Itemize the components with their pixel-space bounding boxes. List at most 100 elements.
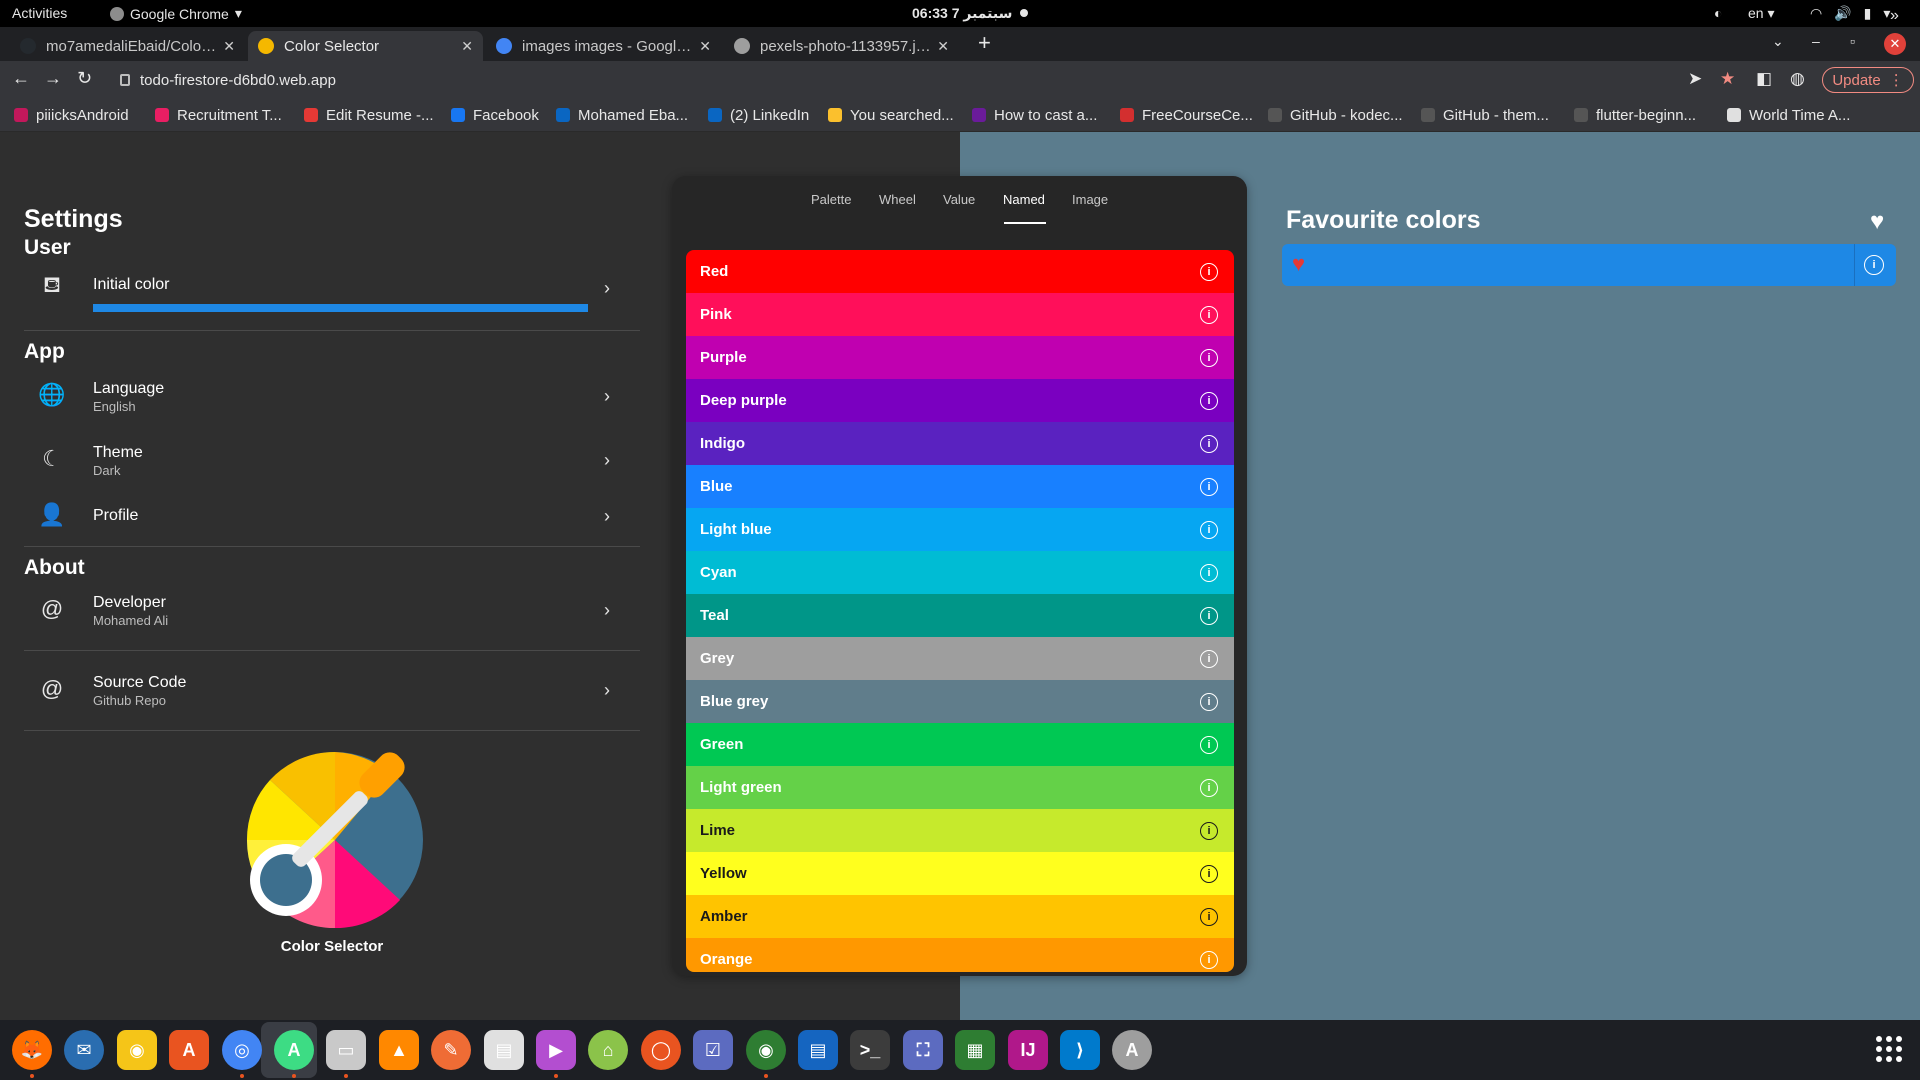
tab-search-icon[interactable]: ⌄ [1772, 33, 1784, 50]
browser-tab[interactable]: Color Selector ✕ [248, 31, 483, 61]
document-viewer-icon[interactable]: ▤ [798, 1030, 838, 1070]
address-bar[interactable]: todo-firestore-d6bd0.web.app [110, 65, 1690, 95]
info-icon[interactable]: i [1200, 262, 1218, 281]
show-applications-icon[interactable] [1876, 1036, 1902, 1062]
named-color-row[interactable]: Indigo i [686, 422, 1234, 465]
reload-icon[interactable]: ↻ [77, 68, 92, 89]
bookmark-item[interactable]: (2) LinkedIn [708, 103, 809, 127]
named-color-row[interactable]: Light green i [686, 766, 1234, 809]
info-icon[interactable]: i [1200, 907, 1218, 926]
bookmark-item[interactable]: Facebook [451, 103, 539, 127]
bookmark-item[interactable]: How to cast a... [972, 103, 1097, 127]
ubuntu-icon[interactable]: ◯ [641, 1030, 681, 1070]
bookmark-item[interactable]: GitHub - kodec... [1268, 103, 1403, 127]
maximize-button[interactable]: ▫ [1850, 33, 1855, 49]
bookmark-item[interactable]: FreeCourseCe... [1120, 103, 1253, 127]
bookmark-item[interactable]: World Time A... [1727, 103, 1850, 127]
bookmark-item[interactable]: You searched... [828, 103, 954, 127]
setting-initial-color[interactable]: ⛾ Initial color › [24, 268, 640, 328]
new-tab-button[interactable]: + [978, 30, 991, 56]
close-tab-icon[interactable]: ✕ [937, 38, 949, 55]
files-icon[interactable]: ▭ [326, 1030, 366, 1070]
tab-palette[interactable]: Palette [811, 192, 851, 207]
info-icon[interactable]: i [1864, 255, 1884, 275]
info-icon[interactable]: i [1200, 348, 1218, 367]
close-tab-icon[interactable]: ✕ [461, 38, 473, 55]
info-icon[interactable]: i [1200, 649, 1218, 668]
browser-tab[interactable]: images images - Google S ✕ [486, 31, 721, 61]
privacy-indicator-icon[interactable]: ◐ [1714, 5, 1722, 21]
named-color-row[interactable]: Blue i [686, 465, 1234, 508]
info-icon[interactable]: i [1200, 477, 1218, 496]
firefox-icon[interactable]: 🦊 [12, 1030, 52, 1070]
app-installer-icon[interactable]: A [1112, 1030, 1152, 1070]
named-color-row[interactable]: Amber i [686, 895, 1234, 938]
close-tab-icon[interactable]: ✕ [699, 38, 711, 55]
profile-avatar-icon[interactable]: ◍ [1790, 69, 1805, 89]
bookmark-item[interactable]: Recruitment T... [155, 103, 282, 127]
named-color-row[interactable]: Grey i [686, 637, 1234, 680]
bookmark-item[interactable]: Edit Resume -... [304, 103, 434, 127]
side-panel-icon[interactable]: ◧ [1756, 69, 1772, 89]
info-icon[interactable]: i [1200, 864, 1218, 883]
close-tab-icon[interactable]: ✕ [223, 38, 235, 55]
named-color-row[interactable]: Deep purple i [686, 379, 1234, 422]
app-menu[interactable]: Google Chrome ▾ [110, 5, 242, 22]
info-icon[interactable]: i [1200, 950, 1218, 969]
named-color-row[interactable]: Light blue i [686, 508, 1234, 551]
info-icon[interactable]: i [1200, 692, 1218, 711]
named-color-row[interactable]: Blue grey i [686, 680, 1234, 723]
system-menu[interactable]: ◠ 🔊 ▮ ▾ [1810, 5, 1890, 22]
tab-wheel[interactable]: Wheel [879, 192, 916, 207]
info-icon[interactable]: i [1200, 606, 1218, 625]
setting-theme[interactable]: ☾ Theme Dark › [24, 440, 640, 500]
bookmark-item[interactable]: flutter-beginn... [1574, 103, 1696, 127]
video-player-icon[interactable]: ▶ [536, 1030, 576, 1070]
info-icon[interactable]: i [1200, 520, 1218, 539]
info-icon[interactable]: i [1200, 778, 1218, 797]
activities-button[interactable]: Activities [12, 5, 67, 21]
named-color-row[interactable]: Pink i [686, 293, 1234, 336]
minimize-button[interactable]: – [1812, 33, 1820, 49]
rhythmbox-icon[interactable]: ◉ [117, 1030, 157, 1070]
vscode-icon[interactable]: ⟩ [1060, 1030, 1100, 1070]
named-color-row[interactable]: Lime i [686, 809, 1234, 852]
tab-named[interactable]: Named [1003, 192, 1045, 207]
spreadsheet-icon[interactable]: ▦ [955, 1030, 995, 1070]
info-icon[interactable]: i [1200, 821, 1218, 840]
language-indicator[interactable]: en ▾ [1748, 5, 1775, 22]
bookmark-item[interactable]: piiicksAndroid [14, 103, 129, 127]
setting-profile[interactable]: 👤 Profile › [24, 496, 640, 556]
setting-source-code[interactable]: @ Source Code Github Repo › [24, 670, 640, 730]
tab-image[interactable]: Image [1072, 192, 1108, 207]
inkscape-icon[interactable]: ✎ [431, 1030, 471, 1070]
info-icon[interactable]: i [1200, 305, 1218, 324]
info-icon[interactable]: i [1200, 563, 1218, 582]
named-color-row[interactable]: Red i [686, 250, 1234, 293]
terminal-icon[interactable]: >_ [850, 1030, 890, 1070]
android-icon[interactable]: ⌂ [588, 1030, 628, 1070]
clock[interactable]: 06:33 7 سبتمبر [912, 5, 1012, 22]
bookmark-star-icon[interactable]: ★ [1720, 69, 1735, 89]
vlc-icon[interactable]: ▲ [379, 1030, 419, 1070]
named-color-row[interactable]: Purple i [686, 336, 1234, 379]
text-editor-icon[interactable]: ▤ [484, 1030, 524, 1070]
thunderbird-icon[interactable]: ✉ [64, 1030, 104, 1070]
tasks-icon[interactable]: ☑ [693, 1030, 733, 1070]
named-color-row[interactable]: Orange i [686, 938, 1234, 972]
info-icon[interactable]: i [1200, 434, 1218, 453]
browser-tab[interactable]: pexels-photo-1133957.jpe ✕ [724, 31, 959, 61]
bookmarks-overflow-icon[interactable]: » [1890, 7, 1899, 25]
update-button[interactable]: Update ⋮ [1822, 67, 1914, 93]
browser-tab[interactable]: mo7amedaliEbaid/Color-S ✕ [10, 31, 245, 61]
bookmark-item[interactable]: GitHub - them... [1421, 103, 1549, 127]
tab-value[interactable]: Value [943, 192, 975, 207]
bookmark-item[interactable]: Mohamed Eba... [556, 103, 688, 127]
named-color-row[interactable]: Green i [686, 723, 1234, 766]
named-color-row[interactable]: Teal i [686, 594, 1234, 637]
software-center-icon[interactable]: A [169, 1030, 209, 1070]
chrome-icon[interactable]: ◎ [222, 1030, 262, 1070]
favourite-color-item[interactable]: ♥ i [1282, 244, 1896, 286]
intellij-icon[interactable]: IJ [1008, 1030, 1048, 1070]
heart-icon[interactable]: ♥ [1870, 208, 1884, 236]
